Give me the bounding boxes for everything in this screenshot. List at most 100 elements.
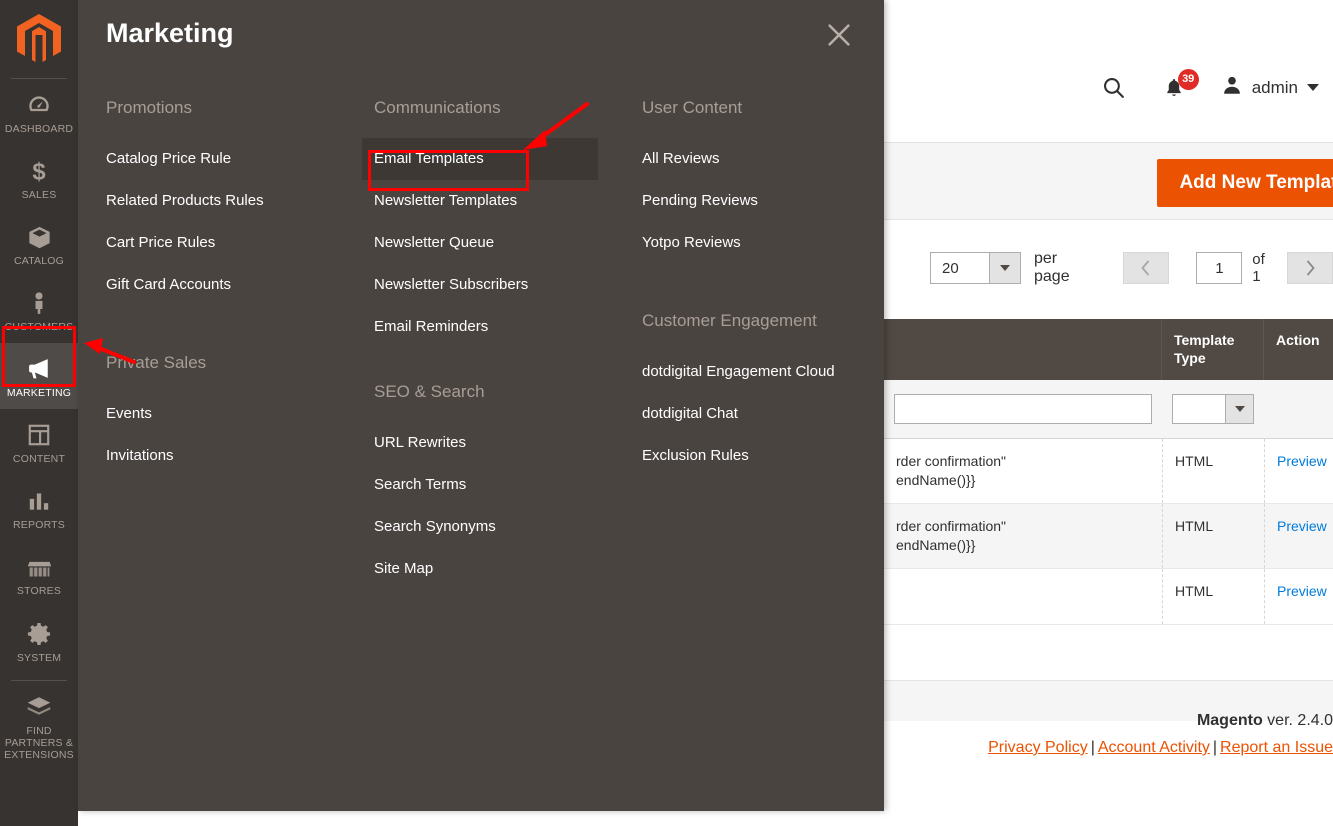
menu-item-search-terms[interactable]: Search Terms xyxy=(374,464,614,506)
menu-group-title: Customer Engagement xyxy=(642,311,817,330)
bar-chart-icon xyxy=(2,486,76,516)
sidebar-item-sales[interactable]: $ SALES xyxy=(0,145,78,211)
menu-item-newsletter-subscribers[interactable]: Newsletter Subscribers xyxy=(374,264,614,306)
menu-columns: Promotions Catalog Price Rule Related Pr… xyxy=(78,96,884,811)
current-page-input[interactable]: 1 xyxy=(1196,252,1243,284)
menu-item-catalog-price-rule[interactable]: Catalog Price Rule xyxy=(106,138,346,180)
per-page-label: per page xyxy=(1034,250,1070,285)
version-number: ver. 2.4.0 xyxy=(1262,712,1333,729)
total-pages-label: of 1 xyxy=(1252,251,1265,285)
footer-separator: | xyxy=(1212,739,1218,756)
report-issue-link[interactable]: Report an Issue xyxy=(1220,739,1333,756)
menu-item-site-map[interactable]: Site Map xyxy=(374,548,614,590)
cell-subject xyxy=(884,569,1162,624)
sidebar-item-stores[interactable]: STORES xyxy=(0,541,78,607)
menu-item-dotdigital-chat[interactable]: dotdigital Chat xyxy=(642,393,882,435)
filter-cell-action xyxy=(1264,380,1333,438)
cell-action: Preview xyxy=(1264,439,1333,503)
close-icon[interactable] xyxy=(820,16,858,54)
menu-item-pending-reviews[interactable]: Pending Reviews xyxy=(642,180,882,222)
menu-item-yotpo-reviews[interactable]: Yotpo Reviews xyxy=(642,222,882,264)
menu-item-invitations[interactable]: Invitations xyxy=(106,435,346,477)
notifications-bell-icon[interactable]: 39 xyxy=(1161,68,1199,101)
menu-item-exclusion-rules[interactable]: Exclusion Rules xyxy=(642,435,882,477)
sidebar-item-customers[interactable]: CUSTOMERS xyxy=(0,277,78,343)
footer-separator: | xyxy=(1090,739,1095,756)
search-icon[interactable] xyxy=(1101,75,1127,101)
store-icon xyxy=(2,552,76,582)
chevron-down-icon[interactable] xyxy=(989,253,1020,283)
menu-group-title: Private Sales xyxy=(106,353,207,372)
sidebar-item-label: CATALOG xyxy=(13,255,65,268)
next-page-button[interactable] xyxy=(1287,252,1333,284)
user-avatar-icon xyxy=(1221,74,1243,101)
header-tools: 39 admin xyxy=(1101,68,1319,101)
menu-item-newsletter-queue[interactable]: Newsletter Queue xyxy=(374,222,614,264)
add-new-template-button[interactable]: Add New Template xyxy=(1157,159,1333,207)
menu-item-gift-card-accounts[interactable]: Gift Card Accounts xyxy=(106,264,346,306)
table-row[interactable]: HTML Preview xyxy=(884,568,1333,625)
cell-subject: rder confirmation" endName()}} xyxy=(896,517,1007,553)
privacy-policy-link[interactable]: Privacy Policy xyxy=(988,739,1088,756)
menu-group-title: Promotions xyxy=(106,98,192,117)
menu-item-newsletter-templates[interactable]: Newsletter Templates xyxy=(374,180,614,222)
grid-header-row: Template Type Action xyxy=(884,319,1333,380)
grid-filter-row xyxy=(884,380,1333,439)
menu-item-search-synonyms[interactable]: Search Synonyms xyxy=(374,506,614,548)
megaphone-icon xyxy=(2,354,76,384)
previous-page-button[interactable] xyxy=(1122,252,1169,284)
page-title: Marketing xyxy=(106,18,234,48)
menu-item-events[interactable]: Events xyxy=(106,393,346,435)
chevron-down-icon xyxy=(1307,84,1319,91)
layout-icon xyxy=(2,420,76,450)
sidebar-item-label: STORES xyxy=(16,585,62,598)
table-row[interactable]: rder confirmation" endName()}} HTML Prev… xyxy=(884,439,1333,504)
magento-logo[interactable] xyxy=(0,0,78,78)
account-activity-link[interactable]: Account Activity xyxy=(1098,739,1210,756)
sidebar-item-find-partners-extensions[interactable]: FIND PARTNERS & EXTENSIONS xyxy=(0,681,78,771)
sidebar-item-label: MARKETING xyxy=(6,387,72,400)
per-page-value: 20 xyxy=(942,259,959,277)
menu-item-email-reminders[interactable]: Email Reminders xyxy=(374,306,614,348)
chevron-down-icon[interactable] xyxy=(1225,395,1253,423)
cell-action: Preview xyxy=(1264,568,1333,624)
column-header-subject[interactable] xyxy=(884,319,1162,380)
table-row[interactable]: rder confirmation" endName()}} HTML Prev… xyxy=(884,503,1333,569)
dashboard-icon xyxy=(2,90,76,120)
sidebar-item-label: SALES xyxy=(21,189,57,202)
filter-subject-input[interactable] xyxy=(894,394,1152,424)
menu-item-url-rewrites[interactable]: URL Rewrites xyxy=(374,422,614,464)
preview-link[interactable]: Preview xyxy=(1277,453,1327,469)
admin-account-menu[interactable]: admin xyxy=(1221,74,1319,101)
menu-item-all-reviews[interactable]: All Reviews xyxy=(642,138,882,180)
menu-group-title: SEO & Search xyxy=(374,382,485,401)
sidebar-item-marketing[interactable]: MARKETING xyxy=(0,343,78,410)
sidebar-item-label: DASHBOARD xyxy=(4,123,74,135)
sidebar-item-catalog[interactable]: CATALOG xyxy=(0,211,78,277)
preview-link[interactable]: Preview xyxy=(1277,518,1327,534)
menu-column-1: Promotions Catalog Price Rule Related Pr… xyxy=(78,96,346,811)
sidebar-item-label: CUSTOMERS xyxy=(4,321,74,334)
sidebar-item-label: SYSTEM xyxy=(16,651,62,664)
sidebar-item-label: FIND PARTNERS & EXTENSIONS xyxy=(4,724,74,761)
filter-template-type-select[interactable] xyxy=(1172,394,1254,424)
notifications-count-badge: 39 xyxy=(1177,68,1199,90)
filter-cell-template-type xyxy=(1162,380,1264,438)
cell-subject: rder confirmation" endName()}} xyxy=(896,453,1007,488)
menu-column-3: User Content All Reviews Pending Reviews… xyxy=(614,96,882,811)
column-header-template-type[interactable]: Template Type xyxy=(1162,319,1264,380)
cell-template-type: HTML xyxy=(1162,439,1264,503)
sidebar-item-reports[interactable]: REPORTS xyxy=(0,475,78,541)
preview-link[interactable]: Preview xyxy=(1277,583,1327,599)
sidebar-item-system[interactable]: SYSTEM xyxy=(0,608,78,674)
menu-item-email-templates[interactable]: Email Templates xyxy=(362,138,598,180)
sidebar-item-content[interactable]: CONTENT xyxy=(0,409,78,475)
admin-name-label: admin xyxy=(1251,77,1298,97)
box-icon xyxy=(2,222,76,252)
menu-item-dotdigital-engagement-cloud[interactable]: dotdigital Engagement Cloud xyxy=(642,351,882,393)
menu-item-related-products-rules[interactable]: Related Products Rules xyxy=(106,180,346,222)
sidebar-item-dashboard[interactable]: DASHBOARD xyxy=(0,79,78,145)
grid-tail-space xyxy=(884,624,1333,681)
menu-item-cart-price-rules[interactable]: Cart Price Rules xyxy=(106,222,346,264)
per-page-select[interactable]: 20 xyxy=(930,252,1021,284)
